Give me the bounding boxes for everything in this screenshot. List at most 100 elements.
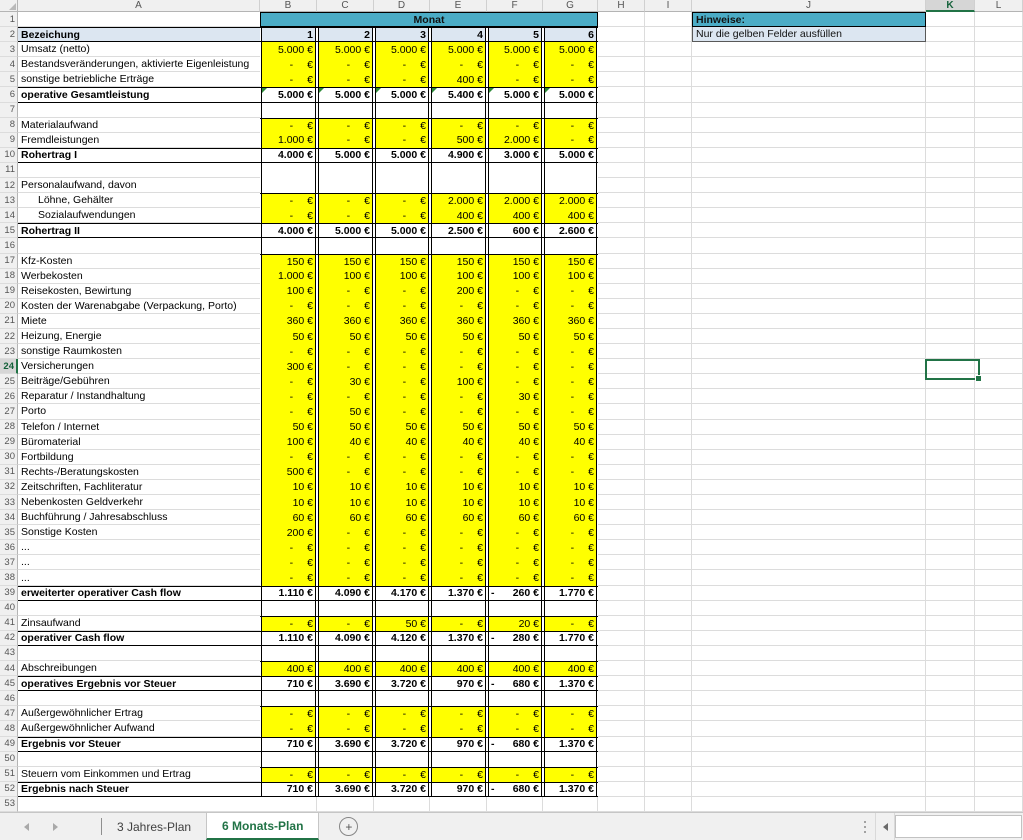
cell-E50[interactable] <box>430 752 487 767</box>
cell-E44[interactable]: 400 € <box>430 661 487 676</box>
cell-A31[interactable]: Rechts-/Beratungskosten <box>18 465 260 480</box>
cell-E13[interactable]: 2.000 € <box>430 193 487 208</box>
cell-F7[interactable] <box>487 103 543 118</box>
cell-L29[interactable] <box>975 435 1023 450</box>
row-header-29[interactable]: 29 <box>0 435 18 450</box>
cell-E36[interactable]: -€ <box>430 540 487 555</box>
cell-I35[interactable] <box>645 525 692 540</box>
cell-F41[interactable]: 20 € <box>487 616 543 631</box>
cell-J27[interactable] <box>692 404 926 419</box>
cell-G30[interactable]: -€ <box>543 450 598 465</box>
cell-J47[interactable] <box>692 706 926 721</box>
cell-G36[interactable]: -€ <box>543 540 598 555</box>
cell-K20[interactable] <box>926 299 975 314</box>
cell-G49[interactable]: 1.370 € <box>543 737 598 752</box>
cell-C45[interactable]: 3.690 € <box>317 676 374 691</box>
cell-D20[interactable]: -€ <box>374 299 430 314</box>
cell-H44[interactable] <box>598 661 645 676</box>
cell-F10[interactable]: 3.000 € <box>487 148 543 163</box>
cell-L23[interactable] <box>975 344 1023 359</box>
cell-H8[interactable] <box>598 118 645 133</box>
cell-J53[interactable] <box>692 797 926 812</box>
cell-I2[interactable] <box>645 27 692 42</box>
cell-D53[interactable] <box>374 797 430 812</box>
cell-D30[interactable]: -€ <box>374 450 430 465</box>
cell-B28[interactable]: 50 € <box>260 420 317 435</box>
cell-E41[interactable]: -€ <box>430 616 487 631</box>
cell-H34[interactable] <box>598 510 645 525</box>
cell-B24[interactable]: 300 € <box>260 359 317 374</box>
cell-H10[interactable] <box>598 148 645 163</box>
cell-C37[interactable]: -€ <box>317 555 374 570</box>
cell-K8[interactable] <box>926 118 975 133</box>
cell-L40[interactable] <box>975 601 1023 616</box>
row-header-37[interactable]: 37 <box>0 555 18 570</box>
cell-C48[interactable]: -€ <box>317 721 374 736</box>
cell-A9[interactable]: Fremdleistungen <box>18 133 260 148</box>
cell-J46[interactable] <box>692 691 926 706</box>
cell-G40[interactable] <box>543 601 598 616</box>
cell-F29[interactable]: 40 € <box>487 435 543 450</box>
cell-J26[interactable] <box>692 389 926 404</box>
cell-K11[interactable] <box>926 163 975 178</box>
cell-B45[interactable]: 710 € <box>260 676 317 691</box>
cell-I28[interactable] <box>645 420 692 435</box>
cell-B36[interactable]: -€ <box>260 540 317 555</box>
cell-L33[interactable] <box>975 495 1023 510</box>
cell-D2[interactable]: 3 <box>374 27 430 42</box>
cell-E47[interactable]: -€ <box>430 706 487 721</box>
horizontal-scrollbar-thumb[interactable] <box>895 815 1022 837</box>
cell-C44[interactable]: 400 € <box>317 661 374 676</box>
cell-B50[interactable] <box>260 752 317 767</box>
cell-B48[interactable]: -€ <box>260 721 317 736</box>
cell-F3[interactable]: 5.000 € <box>487 42 543 57</box>
cell-G46[interactable] <box>543 691 598 706</box>
cell-C42[interactable]: 4.090 € <box>317 631 374 646</box>
cell-A47[interactable]: Außergewöhnlicher Ertrag <box>18 706 260 721</box>
row-header-22[interactable]: 22 <box>0 329 18 344</box>
cell-A4[interactable]: Bestandsveränderungen, aktivierte Eigenl… <box>18 57 260 72</box>
cell-H6[interactable] <box>598 87 645 102</box>
cell-F49[interactable]: -680 € <box>487 737 543 752</box>
row-header-28[interactable]: 28 <box>0 420 18 435</box>
cell-H12[interactable] <box>598 178 645 193</box>
cell-I33[interactable] <box>645 495 692 510</box>
cell-D10[interactable]: 5.000 € <box>374 148 430 163</box>
cell-E21[interactable]: 360 € <box>430 314 487 329</box>
cell-I6[interactable] <box>645 87 692 102</box>
cell-L20[interactable] <box>975 299 1023 314</box>
cell-G19[interactable]: -€ <box>543 284 598 299</box>
cell-F38[interactable]: -€ <box>487 570 543 585</box>
cell-L39[interactable] <box>975 586 1023 601</box>
cell-H9[interactable] <box>598 133 645 148</box>
cell-J38[interactable] <box>692 570 926 585</box>
cell-L28[interactable] <box>975 420 1023 435</box>
cell-F9[interactable]: 2.000 € <box>487 133 543 148</box>
cell-H32[interactable] <box>598 480 645 495</box>
cell-J16[interactable] <box>692 238 926 253</box>
cell-E49[interactable]: 970 € <box>430 737 487 752</box>
cell-F14[interactable]: 400 € <box>487 208 543 223</box>
row-header-11[interactable]: 11 <box>0 163 18 178</box>
cell-G15[interactable]: 2.600 € <box>543 223 598 238</box>
cell-D3[interactable]: 5.000 € <box>374 42 430 57</box>
cell-C31[interactable]: -€ <box>317 465 374 480</box>
cell-L4[interactable] <box>975 57 1023 72</box>
cell-G29[interactable]: 40 € <box>543 435 598 450</box>
cell-D23[interactable]: -€ <box>374 344 430 359</box>
cell-D51[interactable]: -€ <box>374 767 430 782</box>
cell-K24[interactable] <box>926 359 975 374</box>
cell-K40[interactable] <box>926 601 975 616</box>
cell-I16[interactable] <box>645 238 692 253</box>
tab-scrollbar-splitter[interactable] <box>864 821 866 833</box>
cell-A50[interactable] <box>18 752 260 767</box>
cell-C23[interactable]: -€ <box>317 344 374 359</box>
cell-G44[interactable]: 400 € <box>543 661 598 676</box>
cell-E17[interactable]: 150 € <box>430 254 487 269</box>
cell-G16[interactable] <box>543 238 598 253</box>
cell-I10[interactable] <box>645 148 692 163</box>
cell-C52[interactable]: 3.690 € <box>317 782 374 797</box>
cell-L41[interactable] <box>975 616 1023 631</box>
row-header-33[interactable]: 33 <box>0 495 18 510</box>
cell-C10[interactable]: 5.000 € <box>317 148 374 163</box>
